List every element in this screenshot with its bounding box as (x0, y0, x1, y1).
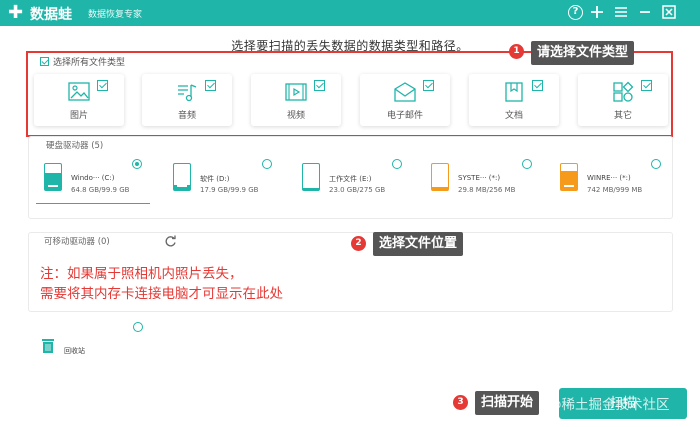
section-label: 硬盘驱动器 (5) (46, 141, 104, 151)
annotation-note: 需要将其内存卡连接电脑才可显示在此处 (40, 286, 283, 302)
title-bar: ✚ 数据蛙 数据恢复专家 ? (0, 0, 700, 26)
checkbox-icon[interactable] (423, 80, 434, 91)
image-icon (67, 81, 91, 107)
callout-label: 扫描开始 (475, 391, 540, 415)
checkbox-icon[interactable] (532, 80, 543, 91)
video-icon (284, 81, 308, 107)
app-logo-icon: ✚ (8, 2, 24, 23)
checkbox-icon[interactable] (314, 80, 325, 91)
file-type-image[interactable]: 图片 (34, 74, 124, 126)
callout-number-badge: 1 (509, 44, 524, 59)
file-type-other[interactable]: 其它 (578, 74, 668, 126)
callout-label: 选择文件位置 (373, 232, 464, 256)
checkbox-icon[interactable] (641, 80, 652, 91)
drive-name: 软件 (D:) (200, 175, 230, 183)
audio-icon (175, 81, 199, 107)
select-all-checkbox[interactable]: 选择所有文件类型 (40, 55, 125, 68)
disk-icon (44, 163, 62, 191)
callout-number-badge: 3 (453, 395, 468, 410)
app-subtitle: 数据恢复专家 (88, 10, 143, 20)
annotation-note: 注：如果属于照相机内照片丢失， (40, 266, 243, 282)
file-type-label: 文档 (504, 111, 523, 121)
drive-name: WINRE··· (*:) (587, 174, 631, 182)
email-icon (393, 81, 417, 107)
watermark: @稀土掘金技术社区 (548, 397, 670, 413)
file-type-label: 音频 (177, 111, 196, 121)
file-type-label: 图片 (69, 111, 88, 121)
checkbox-icon (40, 57, 49, 66)
file-type-audio[interactable]: 音频 (142, 74, 232, 126)
recycle-bin-radio[interactable] (133, 322, 143, 332)
drive-radio[interactable] (651, 159, 661, 169)
other-icon (611, 81, 635, 107)
disk-icon (173, 163, 191, 191)
drive-size: 23.0 GB/275 GB (329, 186, 386, 194)
file-type-label: 其它 (613, 111, 632, 121)
drive-name: Windo··· (C:) (71, 174, 115, 182)
file-type-document[interactable]: 文档 (469, 74, 559, 126)
app-name: 数据蛙 (30, 7, 72, 23)
select-all-label: 选择所有文件类型 (53, 58, 126, 68)
file-type-video[interactable]: 视频 (251, 74, 341, 126)
callout-number-badge: 2 (351, 236, 366, 251)
file-type-label: 视频 (286, 111, 305, 121)
drive-size: 64.8 GB/99.9 GB (71, 186, 130, 194)
drive-radio[interactable] (522, 159, 532, 169)
drive-radio[interactable] (132, 159, 142, 169)
drive-radio[interactable] (262, 159, 272, 169)
file-type-email[interactable]: 电子邮件 (360, 74, 450, 126)
selected-indicator (36, 203, 150, 204)
menu-icon[interactable] (612, 3, 630, 21)
file-type-label: 电子邮件 (386, 111, 423, 121)
minimize-icon[interactable] (636, 3, 654, 21)
section-label: 可移动驱动器 (0) (44, 237, 110, 247)
document-icon (502, 81, 526, 107)
help-icon[interactable]: ? (568, 5, 583, 20)
drive-radio[interactable] (392, 159, 402, 169)
drive-size: 29.8 MB/256 MB (458, 186, 516, 194)
checkbox-icon[interactable] (205, 80, 216, 91)
checkbox-icon[interactable] (97, 80, 108, 91)
drive-size: 17.9 GB/99.9 GB (200, 186, 259, 194)
disk-icon (431, 163, 449, 191)
callout-label: 请选择文件类型 (531, 41, 635, 65)
recycle-bin-label: 回收站 (64, 347, 85, 355)
plus-icon[interactable] (588, 3, 606, 21)
recycle-bin-icon[interactable] (42, 338, 54, 357)
drive-name: 工作文件 (E:) (329, 175, 372, 183)
close-icon[interactable] (660, 3, 678, 21)
disk-icon (560, 163, 578, 191)
drive-name: SYSTE··· (*:) (458, 174, 501, 182)
refresh-icon[interactable] (164, 233, 177, 252)
disk-icon (302, 163, 320, 191)
drive-size: 742 MB/999 MB (587, 186, 643, 194)
